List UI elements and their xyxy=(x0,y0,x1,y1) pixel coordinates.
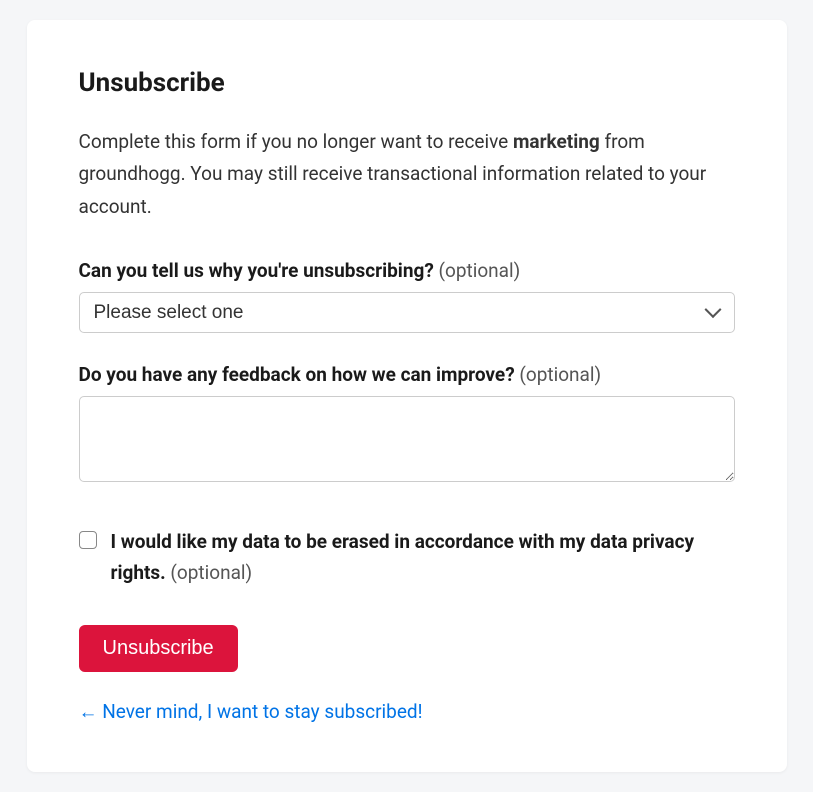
erase-row: I would like my data to be erased in acc… xyxy=(79,526,735,589)
feedback-label-text: Do you have any feedback on how we can i… xyxy=(79,363,515,386)
intro-text: Complete this form if you no longer want… xyxy=(79,126,735,223)
erase-label[interactable]: I would like my data to be erased in acc… xyxy=(111,526,735,589)
erase-optional: (optional) xyxy=(166,561,252,584)
feedback-field: Do you have any feedback on how we can i… xyxy=(79,363,735,486)
stay-subscribed-link[interactable]: ← Never mind, I want to stay subscribed! xyxy=(79,700,735,724)
feedback-label: Do you have any feedback on how we can i… xyxy=(79,363,735,386)
reason-select[interactable]: Please select one xyxy=(79,292,735,333)
erase-checkbox[interactable] xyxy=(79,531,97,549)
reason-field: Can you tell us why you're unsubscribing… xyxy=(79,259,735,333)
unsubscribe-button[interactable]: Unsubscribe xyxy=(79,625,238,672)
page-title: Unsubscribe xyxy=(79,68,735,98)
reason-optional: (optional) xyxy=(434,259,520,282)
reason-select-wrap: Please select one xyxy=(79,292,735,333)
unsubscribe-card: Unsubscribe Complete this form if you no… xyxy=(27,20,787,772)
feedback-textarea[interactable] xyxy=(79,396,735,482)
reason-label-text: Can you tell us why you're unsubscribing… xyxy=(79,259,434,282)
intro-pre: Complete this form if you no longer want… xyxy=(79,130,513,153)
feedback-optional: (optional) xyxy=(515,363,601,386)
intro-bold: marketing xyxy=(513,130,600,153)
reason-label: Can you tell us why you're unsubscribing… xyxy=(79,259,735,282)
